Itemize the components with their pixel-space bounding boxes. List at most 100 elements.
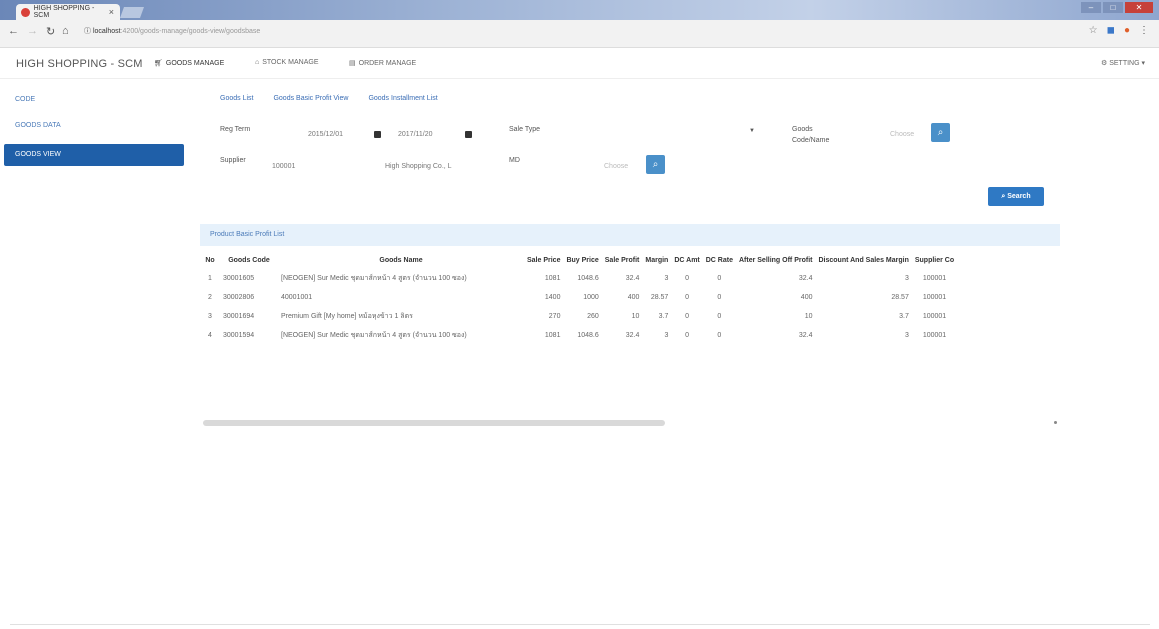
- cell-after-selling-off-profit: 32.4: [798, 332, 813, 339]
- table-row[interactable]: 1 30001605 [NEOGEN] Sur Medic ชุดมาส์กหน…: [200, 269, 957, 288]
- sidebar-item-code[interactable]: CODE: [4, 88, 184, 114]
- calendar-icon[interactable]: [374, 131, 381, 138]
- tab-goods-installment-list[interactable]: Goods Installment List: [368, 95, 437, 102]
- col-buy-price[interactable]: Buy Price: [563, 251, 601, 269]
- sidebar-item-goods-data[interactable]: GOODS DATA: [4, 114, 184, 140]
- close-window-icon[interactable]: ✕: [1125, 2, 1153, 13]
- cell-dc-amt: 0: [685, 294, 689, 301]
- cell-after-selling-off-profit: 10: [804, 313, 813, 320]
- supplier-label: Supplier: [220, 157, 246, 164]
- address-bar: ← → ↻ ⌂ ⓘ localhost:4200/goods-manage/go…: [0, 20, 1159, 48]
- cell-margin: 3: [664, 332, 669, 339]
- reg-term-label: Reg Term: [220, 126, 251, 133]
- col-dc-rate[interactable]: DC Rate: [703, 251, 736, 269]
- goods-code-label: Goods: [792, 126, 813, 133]
- maximize-icon[interactable]: □: [1103, 2, 1123, 13]
- reload-icon[interactable]: ↻: [46, 25, 55, 38]
- cell-goods-name: [NEOGEN] Sur Medic ชุดมาส์กหน้า 4 สูตร (…: [281, 275, 467, 282]
- cell-dc-rate: 0: [717, 313, 722, 320]
- cell-dc-amt: 0: [685, 275, 689, 282]
- close-tab-icon[interactable]: ×: [109, 7, 114, 17]
- browser-actions: ☆ ◼ ● ⋮: [1089, 25, 1149, 36]
- footer-divider: [10, 624, 1150, 625]
- table-row[interactable]: 4 30001594 [NEOGEN] Sur Medic ชุดมาส์กหน…: [200, 326, 957, 345]
- menu-stock-manage[interactable]: ⌂ STOCK MANAGE: [255, 59, 319, 66]
- tab-goods-list[interactable]: Goods List: [220, 95, 253, 102]
- cell-no: 4: [208, 332, 212, 339]
- sale-type-dropdown-icon[interactable]: ▼: [749, 128, 755, 134]
- cell-sale-price: 1400: [544, 294, 561, 301]
- cell-goods-code: 30001605: [223, 275, 255, 282]
- browser-menu-icon[interactable]: ⋮: [1139, 25, 1149, 36]
- cell-buy-price: 260: [587, 313, 599, 320]
- table-row[interactable]: 2 30002806 40001001 1400 1000 400 28.57 …: [200, 288, 957, 307]
- sidebar: CODE GOODS DATA GOODS VIEW: [4, 88, 184, 166]
- url-field[interactable]: ⓘ localhost:4200/goods-manage/goods-view…: [84, 26, 260, 36]
- minimize-icon[interactable]: –: [1081, 2, 1101, 13]
- menu-order-manage[interactable]: ▤ ORDER MANAGE: [349, 59, 417, 68]
- col-goods-name[interactable]: Goods Name: [278, 251, 524, 269]
- cell-dc-rate: 0: [717, 294, 722, 301]
- tab-title: HIGH SHOPPING - SCM: [33, 5, 95, 19]
- cell-buy-price: 1048.6: [577, 332, 599, 339]
- list-icon: ▤: [349, 60, 356, 67]
- cell-no: 3: [208, 313, 212, 320]
- setting-menu[interactable]: ⚙ SETTING ▾: [1101, 59, 1145, 67]
- reg-from-input[interactable]: 2015/12/01: [308, 131, 343, 138]
- col-no[interactable]: No: [200, 251, 220, 269]
- home-icon[interactable]: ⌂: [62, 25, 69, 37]
- url-path: :4200/goods-manage/goods-view/goodsbase: [120, 28, 261, 35]
- cell-after-selling-off-profit: 32.4: [798, 275, 813, 282]
- sub-tabs: Goods List Goods Basic Profit View Goods…: [220, 95, 438, 102]
- menu-label: GOODS MANAGE: [165, 59, 225, 67]
- table-row[interactable]: 3 30001694 Premium Gift [My home] หม้อหุ…: [200, 307, 957, 326]
- cell-supplier-code: 100001: [922, 332, 947, 339]
- app-favicon-icon: [21, 7, 30, 17]
- calendar-icon[interactable]: [465, 131, 472, 138]
- col-sale-profit[interactable]: Sale Profit: [602, 251, 643, 269]
- info-icon: ⓘ: [84, 28, 93, 35]
- supplier-name-input[interactable]: High Shopping Co., L: [385, 163, 452, 170]
- col-supplier-code[interactable]: Supplier Co: [912, 251, 957, 269]
- col-goods-code[interactable]: Goods Code: [220, 251, 278, 269]
- cell-buy-price: 1000: [583, 294, 599, 301]
- extension-icon[interactable]: ●: [1124, 25, 1130, 36]
- translate-icon[interactable]: ◼: [1107, 25, 1115, 36]
- goods-choose-input[interactable]: Choose: [890, 131, 914, 138]
- cell-sale-profit: 10: [631, 313, 640, 320]
- cell-no: 1: [208, 275, 212, 282]
- md-search-button[interactable]: ⌕: [646, 155, 665, 174]
- cell-discount-sales-margin: 3.7: [899, 313, 909, 320]
- col-after-selling-off-profit[interactable]: After Selling Off Profit: [736, 251, 816, 269]
- supplier-code-input[interactable]: 100001: [272, 163, 295, 170]
- horizontal-scrollbar[interactable]: [203, 420, 665, 426]
- cell-sale-profit: 32.4: [625, 332, 640, 339]
- menu-goods-manage[interactable]: 🛒︎ GOODS MANAGE: [154, 59, 225, 68]
- col-sale-price[interactable]: Sale Price: [524, 251, 563, 269]
- search-button[interactable]: ⌕ Search: [988, 187, 1044, 206]
- cell-supplier-code: 100001: [922, 275, 947, 282]
- panel-title: Product Basic Profit List: [200, 224, 1060, 246]
- browser-tab[interactable]: HIGH SHOPPING - SCM ×: [16, 4, 120, 20]
- cell-margin: 3: [664, 275, 669, 282]
- reg-to-input[interactable]: 2017/11/20: [398, 131, 433, 138]
- forward-icon[interactable]: →: [27, 25, 38, 37]
- sidebar-item-goods-view[interactable]: GOODS VIEW: [4, 144, 184, 166]
- col-discount-sales-margin[interactable]: Discount And Sales Margin: [815, 251, 911, 269]
- menu-label: ORDER MANAGE: [358, 59, 417, 67]
- cell-dc-amt: 0: [685, 313, 689, 320]
- col-dc-amt[interactable]: DC Amt: [671, 251, 702, 269]
- cell-supplier-code: 100001: [922, 313, 947, 320]
- goods-search-button[interactable]: ⌕: [931, 123, 950, 142]
- col-margin[interactable]: Margin: [642, 251, 671, 269]
- md-choose-input[interactable]: Choose: [604, 163, 628, 170]
- new-tab-button[interactable]: [119, 7, 145, 18]
- brand-title[interactable]: HIGH SHOPPING - SCM: [16, 58, 143, 70]
- table-header-row: No Goods Code Goods Name Sale Price Buy …: [200, 251, 957, 269]
- app-navbar: HIGH SHOPPING - SCM 🛒︎ GOODS MANAGE ⌂ STOC…: [0, 48, 1159, 79]
- cell-goods-code: 30002806: [223, 294, 255, 301]
- back-icon[interactable]: ←: [8, 25, 19, 37]
- cell-goods-name: Premium Gift [My home] หม้อหุงข้าว 1 ลิต…: [281, 313, 413, 320]
- tab-goods-basic-profit-view[interactable]: Goods Basic Profit View: [273, 95, 348, 102]
- bookmark-star-icon[interactable]: ☆: [1089, 25, 1098, 36]
